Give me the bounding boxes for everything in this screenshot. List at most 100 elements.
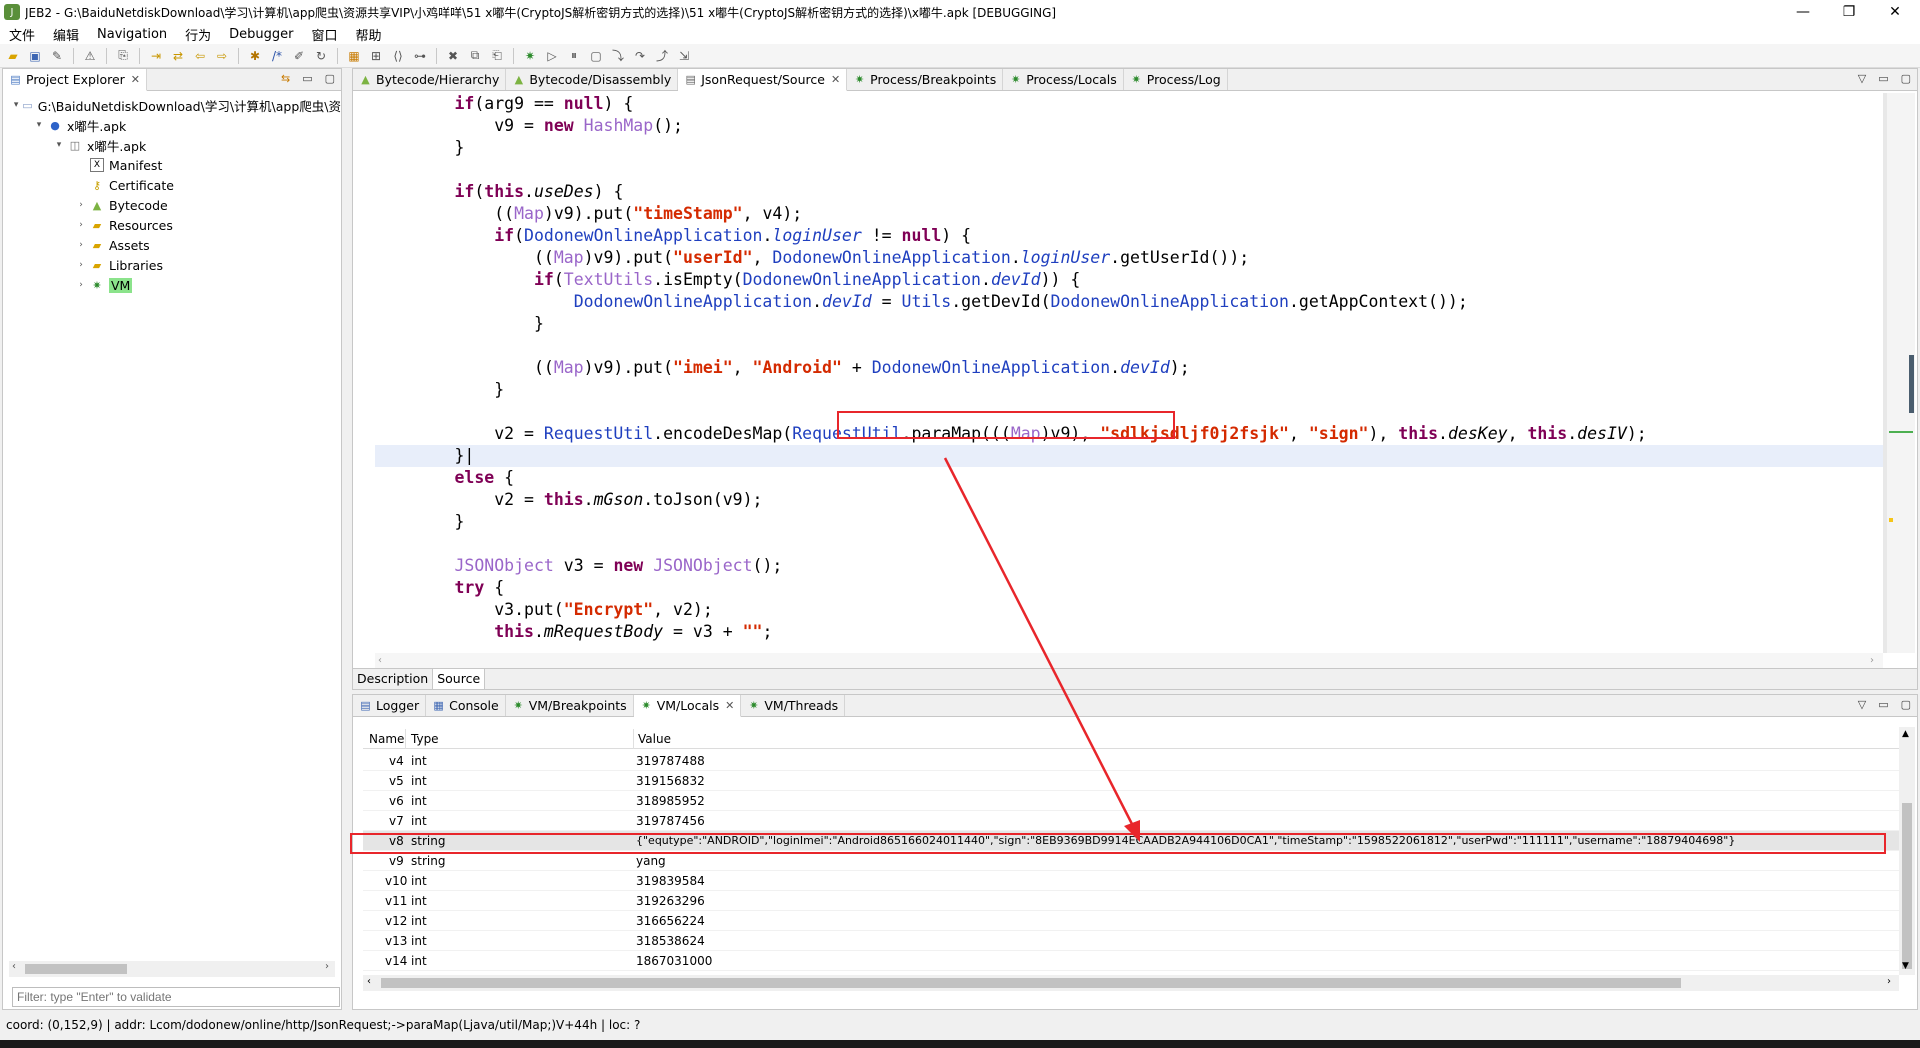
tree-item-certificate[interactable]: ⚷ Certificate — [3, 175, 341, 195]
tab-project-explorer[interactable]: ▤ Project Explorer ✕ — [3, 69, 148, 91]
tab-process-log[interactable]: ✷ Process/Log — [1124, 69, 1228, 90]
close-icon[interactable]: ✕ — [131, 73, 140, 86]
table-row[interactable]: v13 int 318538624 — [363, 931, 1899, 951]
vertical-scrollbar[interactable]: ▲ ▼ — [1899, 727, 1915, 975]
close-icon[interactable]: ✕ — [725, 699, 734, 712]
column-divider[interactable] — [633, 729, 634, 749]
debug-icon[interactable]: ✷ — [520, 46, 540, 66]
chevron-right-icon[interactable]: › — [75, 220, 87, 230]
tab-source[interactable]: Source — [433, 669, 486, 689]
scrollbar-thumb[interactable] — [25, 964, 127, 974]
right-edge-handle[interactable] — [1909, 355, 1914, 413]
menu-navigation[interactable]: Navigation — [88, 27, 176, 42]
warning-icon[interactable]: ⚠ — [80, 46, 100, 66]
step-over-icon[interactable]: ↷ — [630, 46, 650, 66]
tab-description[interactable]: Description — [353, 669, 434, 689]
table-row[interactable]: v6 int 318985952 — [363, 791, 1899, 811]
step-into-icon[interactable]: ⤵ — [608, 46, 628, 66]
close-icon[interactable]: ✕ — [831, 73, 840, 86]
column-header-name[interactable]: Name — [369, 732, 404, 746]
tree-item-assets[interactable]: › ▰ Assets — [3, 235, 341, 255]
table-row[interactable]: v14 int 1867031000 — [363, 951, 1899, 971]
table-row[interactable]: v10 int 319839584 — [363, 871, 1899, 891]
save-icon[interactable]: ▣ — [25, 46, 45, 66]
tree-item-project[interactable]: ▾ ▭ G:\BaiduNetdiskDownload\学习\计算机\app爬虫… — [3, 95, 341, 115]
scrollbar-thumb[interactable] — [381, 978, 1681, 988]
horizontal-scrollbar[interactable]: ‹ › — [9, 961, 335, 977]
menu-window[interactable]: 窗口 — [303, 25, 347, 44]
tree-item-apk[interactable]: ▾ ◫ x嘟牛.apk — [3, 135, 341, 155]
tab-console[interactable]: ▦ Console — [426, 695, 506, 716]
menu-debugger[interactable]: Debugger — [220, 27, 302, 42]
tree-icon[interactable]: ⊶ — [410, 46, 430, 66]
chevron-right-icon[interactable]: › — [75, 240, 87, 250]
tab-jsonrequest-source[interactable]: ▤ JsonRequest/Source ✕ — [678, 69, 848, 91]
code-icon[interactable]: ⟨⟩ — [388, 46, 408, 66]
menu-action[interactable]: 行为 — [176, 25, 220, 44]
tab-bytecode-hierarchy[interactable]: ▲ Bytecode/Hierarchy — [353, 69, 507, 90]
run-to-line-icon[interactable]: ⇲ — [674, 46, 694, 66]
view-menu-icon[interactable]: ▽ — [1858, 72, 1866, 85]
table-row[interactable]: v5 int 319156832 — [363, 771, 1899, 791]
comment-icon[interactable]: /* — [267, 46, 287, 66]
back-icon[interactable]: ⇦ — [190, 46, 210, 66]
chevron-right-icon[interactable]: › — [75, 280, 87, 290]
view-menu-icon[interactable]: ▽ — [1858, 698, 1866, 711]
grid-icon[interactable]: ▦ — [344, 46, 364, 66]
open-folder-icon[interactable]: ▰ — [3, 46, 23, 66]
run-icon[interactable]: ▷ — [542, 46, 562, 66]
tree-item-bytecode[interactable]: › ▲ Bytecode — [3, 195, 341, 215]
chevron-down-icon[interactable]: ▾ — [13, 100, 19, 110]
source-code-view[interactable]: if(arg9 == null) { v9 = new HashMap(); }… — [375, 93, 1883, 653]
table-row[interactable]: v9 string yang — [363, 851, 1899, 871]
scrollbar-thumb[interactable] — [1902, 803, 1912, 969]
export-icon[interactable]: ⎘ — [113, 46, 133, 66]
tab-vm-breakpoints[interactable]: ✷ VM/Breakpoints — [506, 695, 634, 716]
tab-vm-locals[interactable]: ✷ VM/Locals ✕ — [633, 695, 742, 717]
table-row[interactable]: v11 int 319263296 — [363, 891, 1899, 911]
copy-icon[interactable]: ⧉ — [465, 46, 485, 66]
column-header-value[interactable]: Value — [638, 732, 671, 746]
paste-icon[interactable]: ⎗ — [487, 46, 507, 66]
table-row[interactable]: v12 int 316656224 — [363, 911, 1899, 931]
rename-icon[interactable]: ✱ — [245, 46, 265, 66]
horizontal-scrollbar[interactable]: ‹ › — [363, 975, 1899, 991]
scroll-left-icon[interactable]: ‹ — [12, 961, 16, 972]
tab-process-locals[interactable]: ✷ Process/Locals — [1003, 69, 1124, 90]
jump-icon[interactable]: ⇥ — [146, 46, 166, 66]
tree-item-artifact[interactable]: ▾ ● x嘟牛.apk — [3, 115, 341, 135]
pause-icon[interactable]: ⏸ — [564, 46, 584, 66]
table-row[interactable]: v4 int 319787488 — [363, 751, 1899, 771]
wrench-icon[interactable]: ✎ — [47, 46, 67, 66]
scroll-right-icon[interactable]: › — [1870, 655, 1874, 666]
maximize-view-icon[interactable]: ▢ — [1901, 72, 1911, 85]
close-button[interactable]: ✕ — [1872, 0, 1918, 24]
edit-icon[interactable]: ✐ — [289, 46, 309, 66]
column-divider[interactable] — [405, 729, 406, 749]
scroll-down-icon[interactable]: ▼ — [1902, 961, 1909, 971]
tree-item-resources[interactable]: › ▰ Resources — [3, 215, 341, 235]
minimize-view-icon[interactable]: ▭ — [302, 72, 312, 85]
scroll-right-icon[interactable]: › — [1887, 976, 1891, 987]
minimize-button[interactable]: — — [1780, 0, 1826, 24]
maximize-button[interactable]: ❐ — [1826, 0, 1872, 24]
editor-horizontal-scrollbar[interactable]: ‹ › — [375, 653, 1883, 669]
maximize-view-icon[interactable]: ▢ — [1901, 698, 1911, 711]
tree-item-vm[interactable]: › ✷ VM — [3, 275, 341, 295]
step-out-icon[interactable]: ⤴ — [652, 46, 672, 66]
minimize-view-icon[interactable]: ▭ — [1878, 72, 1888, 85]
link-editor-icon[interactable]: ⇆ — [281, 72, 290, 85]
scroll-up-icon[interactable]: ▲ — [1902, 729, 1909, 739]
menu-help[interactable]: 帮助 — [347, 25, 391, 44]
table-row[interactable]: v7 int 319787456 — [363, 811, 1899, 831]
delete-icon[interactable]: ✖ — [443, 46, 463, 66]
column-header-type[interactable]: Type — [411, 732, 439, 746]
xref-icon[interactable]: ⇄ — [168, 46, 188, 66]
tab-vm-threads[interactable]: ✷ VM/Threads — [741, 695, 846, 716]
tab-logger[interactable]: ▤ Logger — [353, 695, 427, 716]
refresh-icon[interactable]: ↻ — [311, 46, 331, 66]
minimize-view-icon[interactable]: ▭ — [1878, 698, 1888, 711]
chevron-down-icon[interactable]: ▾ — [33, 120, 45, 130]
scroll-left-icon[interactable]: ‹ — [378, 655, 382, 666]
stop-icon[interactable]: ▢ — [586, 46, 606, 66]
